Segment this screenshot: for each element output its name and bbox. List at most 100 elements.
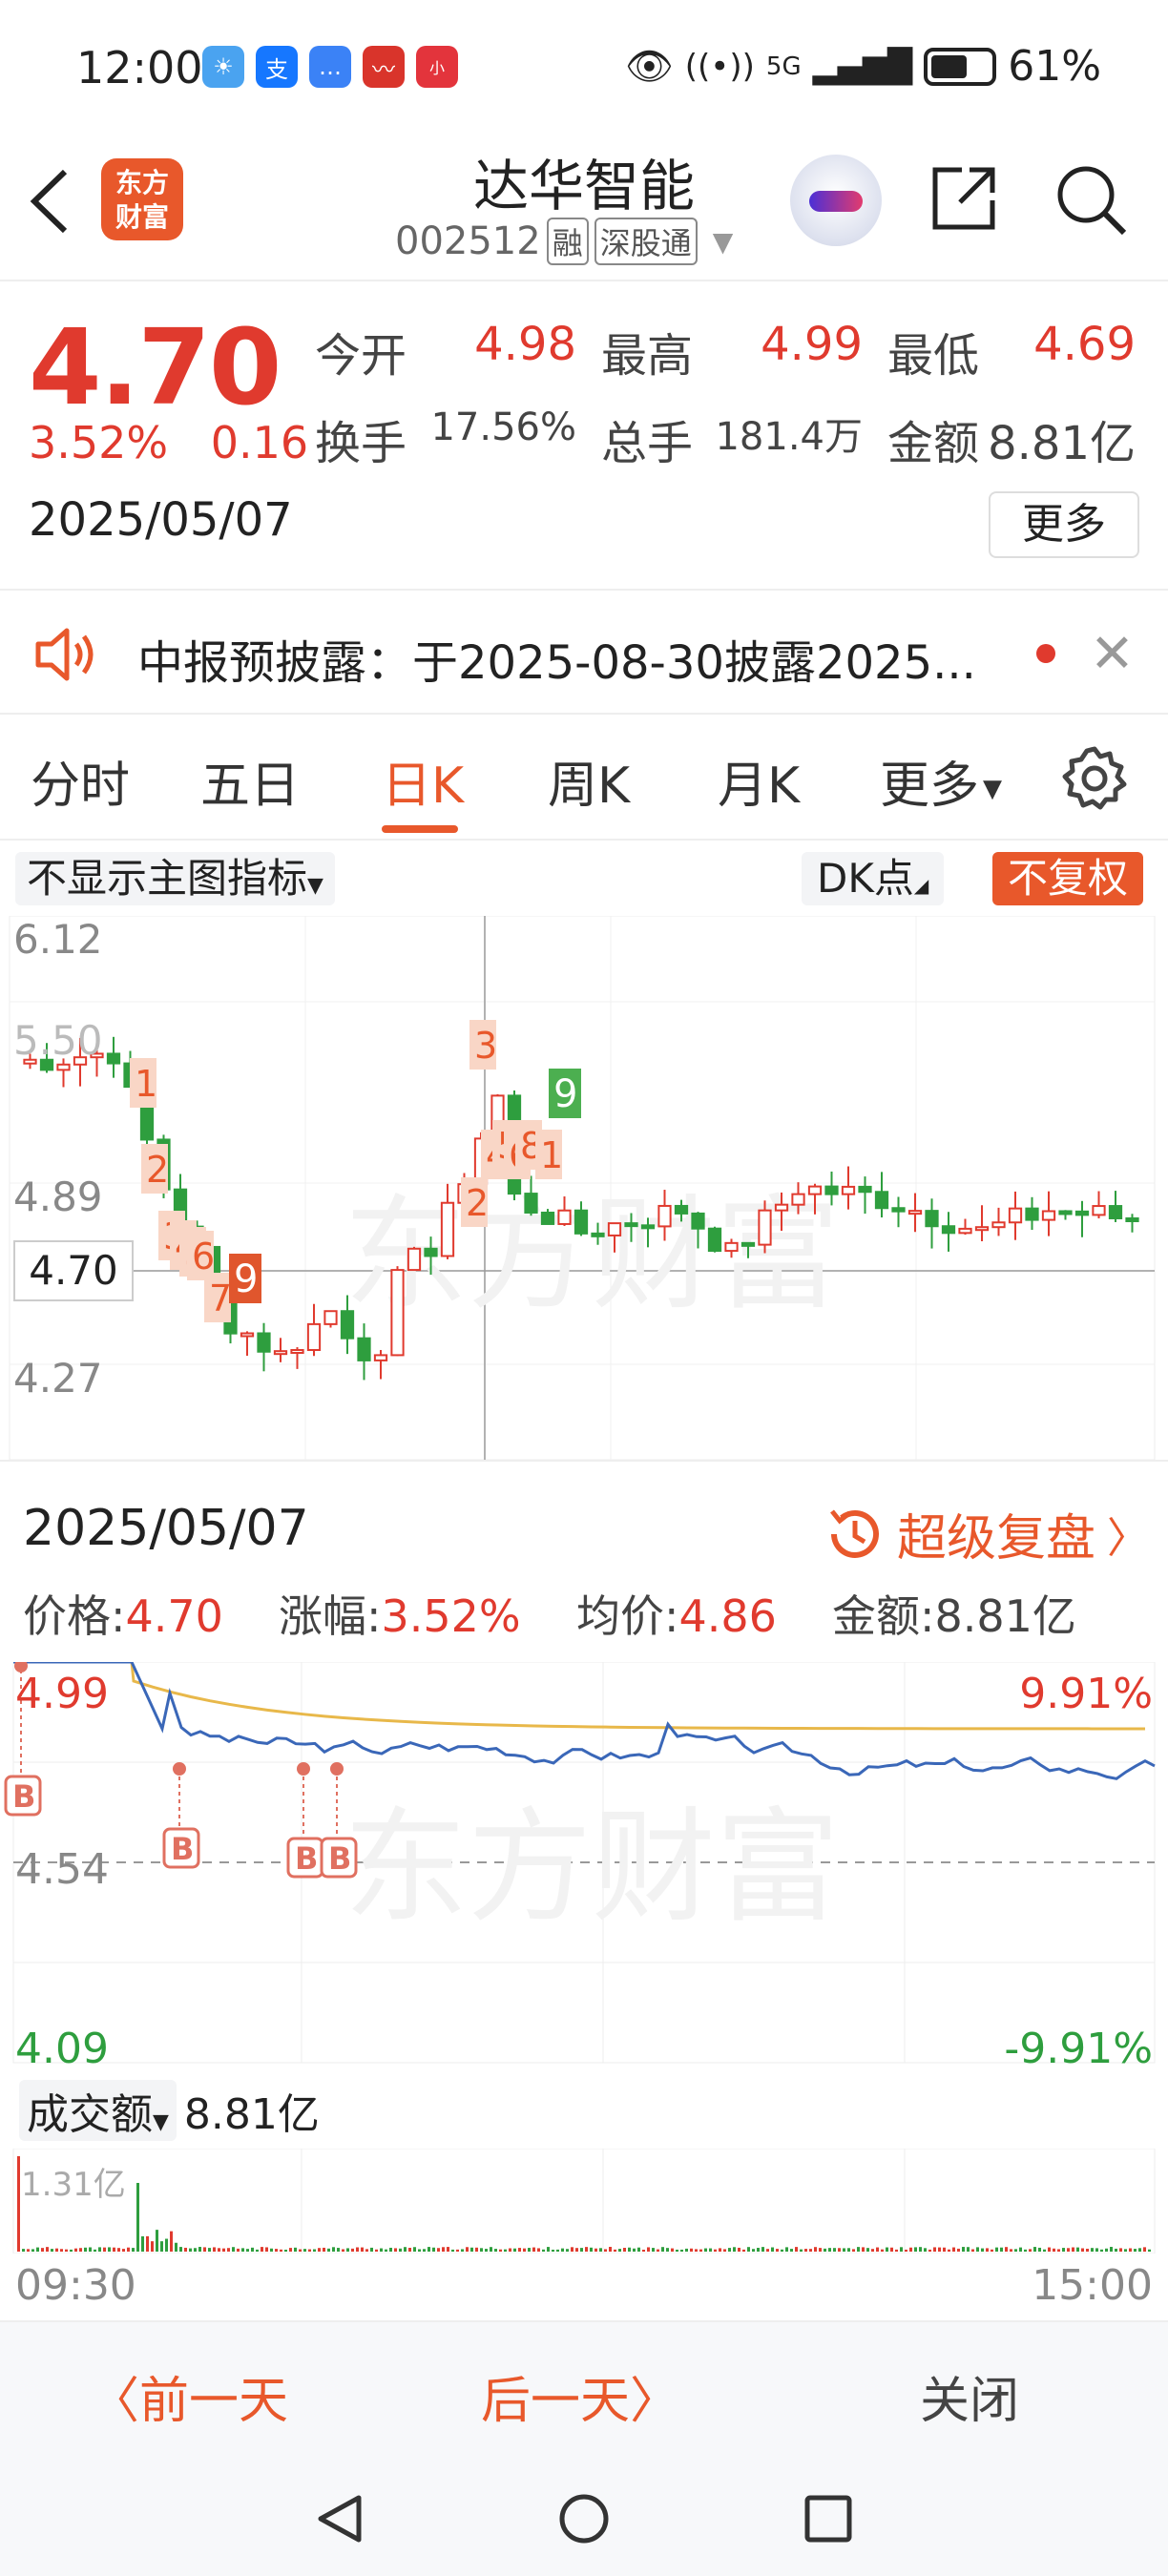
chevron-right-icon: 〉 xyxy=(630,2373,680,2430)
tab-daily-k[interactable]: 日K xyxy=(382,745,464,817)
volume-bar xyxy=(633,2248,636,2252)
close-icon[interactable]: ✕ xyxy=(1090,623,1135,685)
tab-intraday[interactable]: 分时 xyxy=(31,745,130,817)
home-circle-icon[interactable] xyxy=(557,2492,611,2545)
volume-bar xyxy=(719,2248,721,2252)
volume-bar xyxy=(599,2248,602,2252)
volume-bar xyxy=(480,2248,483,2252)
candle-body xyxy=(991,1221,1006,1229)
stat-value: 4.86 xyxy=(678,1590,777,1642)
signal-icon: ▂▄▆█ xyxy=(812,47,913,86)
stat-label: 涨幅: xyxy=(279,1590,382,1642)
stock-app-icon: 〰 xyxy=(363,46,405,88)
next-day-button[interactable]: 后一天〉 xyxy=(481,2360,679,2432)
close-button[interactable]: 关闭 xyxy=(920,2360,1019,2432)
indicator-select[interactable]: 不显示主图指标▼ xyxy=(15,852,335,905)
speaker-icon xyxy=(35,628,94,681)
volume-bar xyxy=(41,2248,44,2252)
weather-icon: ☀ xyxy=(202,46,244,88)
volume-bar xyxy=(356,2247,359,2252)
tab-monthly-k[interactable]: 月K xyxy=(718,745,800,817)
volume-bar xyxy=(246,2249,249,2252)
volume-bar xyxy=(346,2248,349,2252)
back-triangle-icon[interactable] xyxy=(315,2492,365,2545)
volume-bar xyxy=(194,2248,197,2252)
volume-bar xyxy=(1057,2249,1060,2252)
volume-bar xyxy=(847,2248,850,2252)
volume-bar xyxy=(943,2247,946,2252)
volume-bar xyxy=(494,2249,497,2252)
volume-metric-label: 成交额 xyxy=(27,2090,153,2139)
status-time: 12:00 xyxy=(76,42,203,93)
announcement-bar[interactable]: 中报预披露：于2025-08-30披露2025... ✕ xyxy=(0,589,1168,715)
status-bar: 12:00 ☀ 支 … 〰 小 👁 ((•)) 5G ▂▄▆█ 61% xyxy=(0,0,1168,134)
volume-bar xyxy=(862,2247,865,2252)
dk-tag-label: 2 xyxy=(146,1149,169,1191)
volume-bar xyxy=(342,2249,344,2252)
volume-bar xyxy=(432,2247,435,2252)
volume-bar xyxy=(723,2249,726,2252)
volume-bar xyxy=(437,2248,440,2252)
battery-icon xyxy=(924,47,997,86)
candle-body xyxy=(390,1269,405,1357)
volume-bar xyxy=(55,2248,58,2252)
tab-five-day[interactable]: 五日 xyxy=(200,745,300,817)
candle-body xyxy=(1058,1210,1073,1215)
volume-bar xyxy=(418,2249,421,2252)
chart-frame xyxy=(12,2148,1156,2254)
volume-bar xyxy=(122,2249,125,2252)
prev-day-button[interactable]: 〈前一天 xyxy=(90,2360,288,2432)
volume-bar xyxy=(594,2248,597,2252)
volume-bar xyxy=(871,2249,874,2252)
adjust-mode-button[interactable]: 不复权 xyxy=(992,852,1144,905)
volume-bar xyxy=(690,2248,693,2252)
more-quote-button[interactable]: 更多 xyxy=(989,491,1139,558)
volume-metric-select[interactable]: 成交额▼ xyxy=(19,2080,177,2141)
volume-bar xyxy=(189,2248,192,2252)
tab-weekly-k[interactable]: 周K xyxy=(548,745,630,817)
recents-square-icon[interactable] xyxy=(803,2494,853,2544)
volume-bar xyxy=(175,2242,177,2252)
intraday-chart[interactable]: 东方财富 B B B B 4.99 4.54 4.09 9.91% -9.91% xyxy=(0,1659,1168,2120)
volume-bar xyxy=(1086,2248,1089,2252)
indicator-label: 不显示主图指标 xyxy=(27,855,308,902)
volume-bar xyxy=(1033,2247,1036,2252)
tab-more[interactable]: 更多 ▼ xyxy=(880,745,1002,817)
volume-bar xyxy=(208,2248,211,2252)
y-low-label: 4.09 xyxy=(15,2025,109,2073)
search-icon[interactable] xyxy=(1053,162,1130,239)
volume-bar xyxy=(361,2247,364,2252)
volume-bar xyxy=(442,2247,445,2252)
gear-icon[interactable] xyxy=(1061,745,1128,812)
volume-bar xyxy=(1148,2249,1151,2252)
volume-bar xyxy=(995,2247,998,2252)
quote-value: 4.99 xyxy=(761,318,863,371)
volume-max-label: 1.31亿 xyxy=(21,2166,126,2204)
super-replay-link[interactable]: 超级复盘 〉 xyxy=(824,1498,1149,1569)
y-tick-label: 4.89 xyxy=(13,1174,103,1220)
volume-bar xyxy=(876,2247,879,2252)
dk-tag-label: 7 xyxy=(209,1278,232,1319)
kline-chart[interactable]: 东方财富1234567234568199 6.12 5.50 4.89 4.27 xyxy=(0,915,1168,1461)
volume-bar xyxy=(623,2248,626,2252)
volume-bar xyxy=(1024,2249,1027,2252)
volume-header: 成交额▼ 8.81亿 xyxy=(19,2080,320,2141)
volume-bar xyxy=(1014,2249,1017,2252)
volume-bar xyxy=(198,2247,201,2252)
volume-bar xyxy=(1000,2247,1003,2252)
candle-body xyxy=(306,1322,322,1351)
share-icon[interactable] xyxy=(928,162,1000,235)
volume-bar xyxy=(1134,2249,1137,2252)
stock-subtitle[interactable]: 002512 融 深股通 ▼ xyxy=(395,218,733,265)
volume-bar xyxy=(952,2247,955,2252)
volume-bar xyxy=(456,2249,459,2252)
volume-bar xyxy=(299,2249,302,2252)
volume-bar xyxy=(447,2247,449,2252)
volume-bar xyxy=(218,2248,220,2252)
volume-bar xyxy=(685,2248,688,2252)
buy-marker-label: B xyxy=(171,1831,194,1867)
chevron-right-icon: 〉 xyxy=(1107,1513,1150,1563)
volume-bar xyxy=(241,2248,244,2252)
assistant-avatar[interactable] xyxy=(790,155,882,246)
dk-point-button[interactable]: DK点◢ xyxy=(802,852,945,905)
